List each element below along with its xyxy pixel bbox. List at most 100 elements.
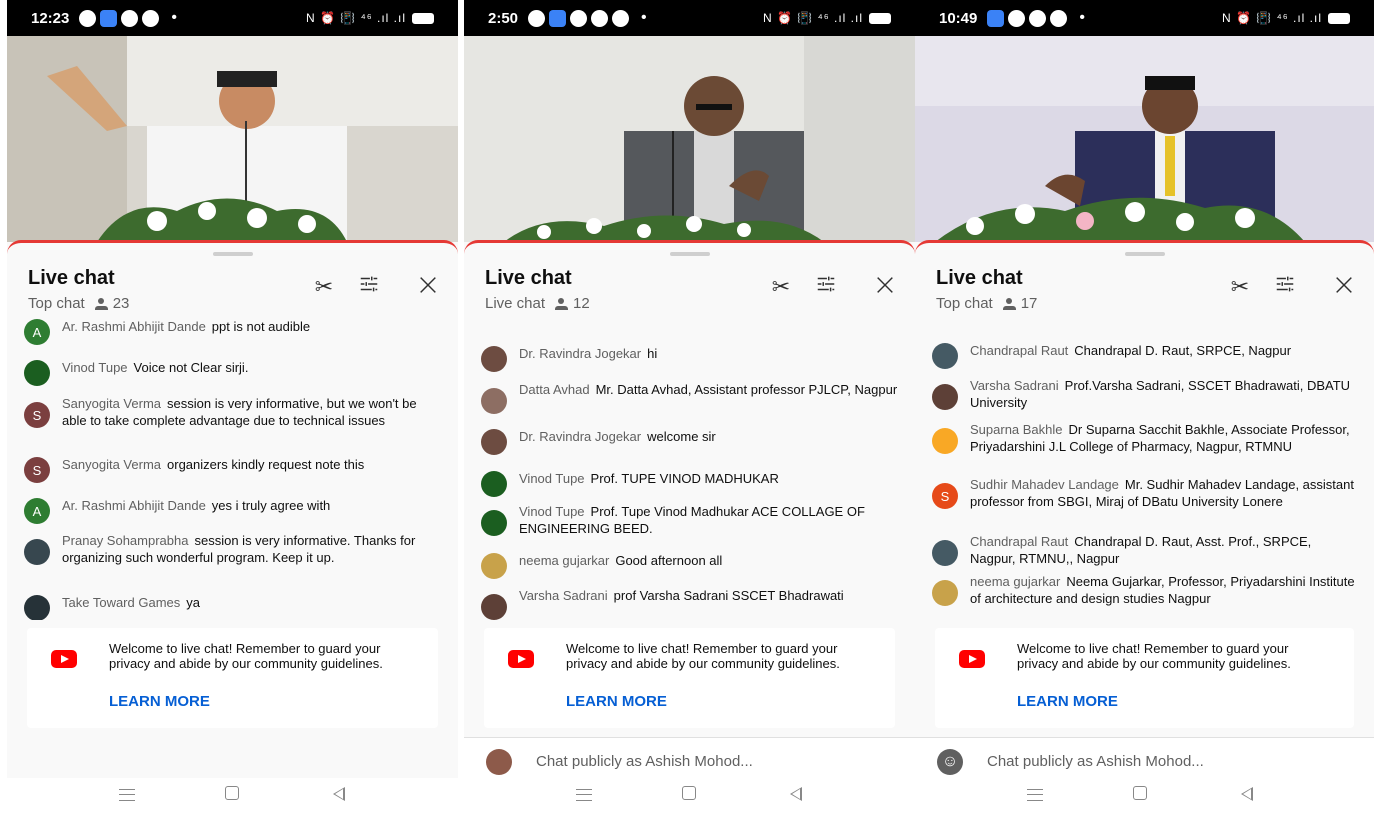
message-author[interactable]: Dr. Ravindra Jogekar xyxy=(519,346,641,361)
app-notification-icon xyxy=(987,9,1005,27)
status-icons: N ⏰ 📳 ⁴⁶ .ıl .ıl xyxy=(1222,11,1350,25)
avatar[interactable] xyxy=(24,595,50,620)
back-icon[interactable] xyxy=(790,787,802,801)
learn-more-link[interactable]: LEARN MORE xyxy=(109,693,210,710)
drag-handle[interactable] xyxy=(669,252,710,256)
message-author[interactable]: Ar. Rashmi Abhijit Dande xyxy=(62,498,206,513)
status-time: 10:49 xyxy=(939,9,978,27)
home-icon[interactable] xyxy=(1133,786,1147,800)
message-author[interactable]: Chandrapal Raut xyxy=(970,534,1068,549)
avatar[interactable] xyxy=(481,510,507,536)
chat-message: Dr. Ravindra Jogekar welcome sir xyxy=(481,428,901,455)
filter-settings-icon[interactable] xyxy=(812,273,840,301)
chat-message-list[interactable]: Chandrapal Raut Chandrapal D. Raut, SRPCE… xyxy=(915,315,1374,620)
message-text: Good afternoon all xyxy=(615,553,723,568)
chat-input-placeholder[interactable]: Chat publicly as Ashish Mohod... xyxy=(536,753,753,770)
chat-message-list[interactable]: A Ar. Rashmi Abhijit Dande ppt is not aud… xyxy=(7,315,458,620)
message-author[interactable]: Sanyogita Verma xyxy=(62,457,161,472)
avatar[interactable] xyxy=(932,343,958,369)
message-author[interactable]: Sanyogita Verma xyxy=(62,396,161,411)
message-author[interactable]: Chandrapal Raut xyxy=(970,343,1068,358)
close-icon[interactable] xyxy=(1330,273,1358,301)
message-author[interactable]: Dr. Ravindra Jogekar xyxy=(519,429,641,444)
learn-more-link[interactable]: LEARN MORE xyxy=(566,693,667,710)
message-author[interactable]: neema gujarkar xyxy=(519,553,609,568)
menu-icon[interactable] xyxy=(119,789,135,801)
chat-mode-label: Top chat xyxy=(28,295,85,312)
message-author[interactable]: Datta Avhad xyxy=(519,382,590,397)
home-icon[interactable] xyxy=(682,786,696,800)
avatar[interactable]: S xyxy=(24,402,50,428)
message-author[interactable]: Take Toward Games xyxy=(62,595,180,610)
avatar[interactable] xyxy=(932,540,958,566)
emoji-icon[interactable]: ☺ xyxy=(937,749,963,775)
message-text: welcome sir xyxy=(647,429,716,444)
menu-icon[interactable] xyxy=(576,789,592,801)
scissors-icon[interactable]: ✂ xyxy=(310,273,338,301)
youtube-logo-icon xyxy=(51,650,77,668)
filter-settings-icon[interactable] xyxy=(355,273,383,301)
status-bar: 12:23 • N ⏰ 📳 ⁴⁶ .ıl .ıl xyxy=(7,0,458,36)
send-icon xyxy=(1008,9,1026,27)
video-player[interactable] xyxy=(464,36,915,242)
avatar[interactable]: A xyxy=(24,498,50,524)
avatar[interactable]: S xyxy=(24,457,50,483)
avatar[interactable] xyxy=(481,346,507,372)
chat-message-list[interactable]: Dr. Ravindra Jogekar hi Datta Avhad Mr. Da… xyxy=(464,315,915,620)
video-player[interactable] xyxy=(915,36,1374,242)
message-author[interactable]: Vinod Tupe xyxy=(62,360,128,375)
message-author[interactable]: Varsha Sadrani xyxy=(519,588,608,603)
avatar[interactable] xyxy=(481,388,507,414)
viewer-count: 23 xyxy=(94,295,129,312)
chat-message: Varsha Sadrani Prof.Varsha Sadrani, SSCET… xyxy=(932,377,1360,411)
message-author[interactable]: neema gujarkar xyxy=(970,574,1060,589)
menu-icon[interactable] xyxy=(1027,789,1043,801)
avatar[interactable] xyxy=(481,553,507,579)
home-icon[interactable] xyxy=(225,786,239,800)
notification-icon xyxy=(528,9,546,27)
chat-title: Live chat xyxy=(936,267,1023,289)
message-author[interactable]: Vinod Tupe xyxy=(519,504,585,519)
battery-icon xyxy=(1328,12,1350,24)
message-author[interactable]: Pranay Sohamprabha xyxy=(62,533,188,548)
drag-handle[interactable] xyxy=(212,252,253,256)
person-icon xyxy=(94,297,108,310)
chat-mode-selector[interactable]: Top chat 23 xyxy=(28,295,129,312)
chat-message: Datta Avhad Mr. Datta Avhad, Assistant pr… xyxy=(481,381,901,414)
avatar[interactable] xyxy=(481,471,507,497)
avatar[interactable]: A xyxy=(24,319,50,345)
chat-mode-selector[interactable]: Live chat 12 xyxy=(485,295,590,312)
avatar[interactable] xyxy=(24,360,50,386)
chat-mode-selector[interactable]: Top chat 17 xyxy=(936,295,1037,312)
message-author[interactable]: Varsha Sadrani xyxy=(970,378,1059,393)
phone-screen-1: 12:23 • N ⏰ 📳 ⁴⁶ .ıl .ıl Live chat Top c xyxy=(7,0,458,818)
chat-mode-label: Top chat xyxy=(936,295,993,312)
avatar[interactable] xyxy=(932,384,958,410)
scissors-icon[interactable]: ✂ xyxy=(1226,273,1254,301)
avatar[interactable] xyxy=(24,539,50,565)
message-author[interactable]: Ar. Rashmi Abhijit Dande xyxy=(62,319,206,334)
notification-icon xyxy=(612,9,630,27)
scissors-icon[interactable]: ✂ xyxy=(767,273,795,301)
back-icon[interactable] xyxy=(1241,787,1253,801)
close-icon[interactable] xyxy=(871,273,899,301)
avatar[interactable] xyxy=(481,429,507,455)
system-nav-bar xyxy=(464,778,915,818)
video-player[interactable] xyxy=(7,36,458,242)
drag-handle[interactable] xyxy=(1124,252,1165,256)
notification-icon xyxy=(1050,9,1068,27)
back-icon[interactable] xyxy=(333,787,345,801)
message-author[interactable]: Suparna Bakhle xyxy=(970,422,1063,437)
message-author[interactable]: Sudhir Mahadev Landage xyxy=(970,477,1119,492)
status-bar: 2:50 • N ⏰ 📳 ⁴⁶ .ıl .ıl xyxy=(464,0,915,36)
close-icon[interactable] xyxy=(414,273,442,301)
avatar[interactable] xyxy=(481,594,507,620)
avatar[interactable]: S xyxy=(932,483,958,509)
message-author[interactable]: Vinod Tupe xyxy=(519,471,585,486)
avatar[interactable] xyxy=(932,580,958,606)
chat-title: Live chat xyxy=(28,267,115,289)
avatar[interactable] xyxy=(932,428,958,454)
learn-more-link[interactable]: LEARN MORE xyxy=(1017,693,1118,710)
chat-input-placeholder[interactable]: Chat publicly as Ashish Mohod... xyxy=(987,753,1204,770)
filter-settings-icon[interactable] xyxy=(1271,273,1299,301)
